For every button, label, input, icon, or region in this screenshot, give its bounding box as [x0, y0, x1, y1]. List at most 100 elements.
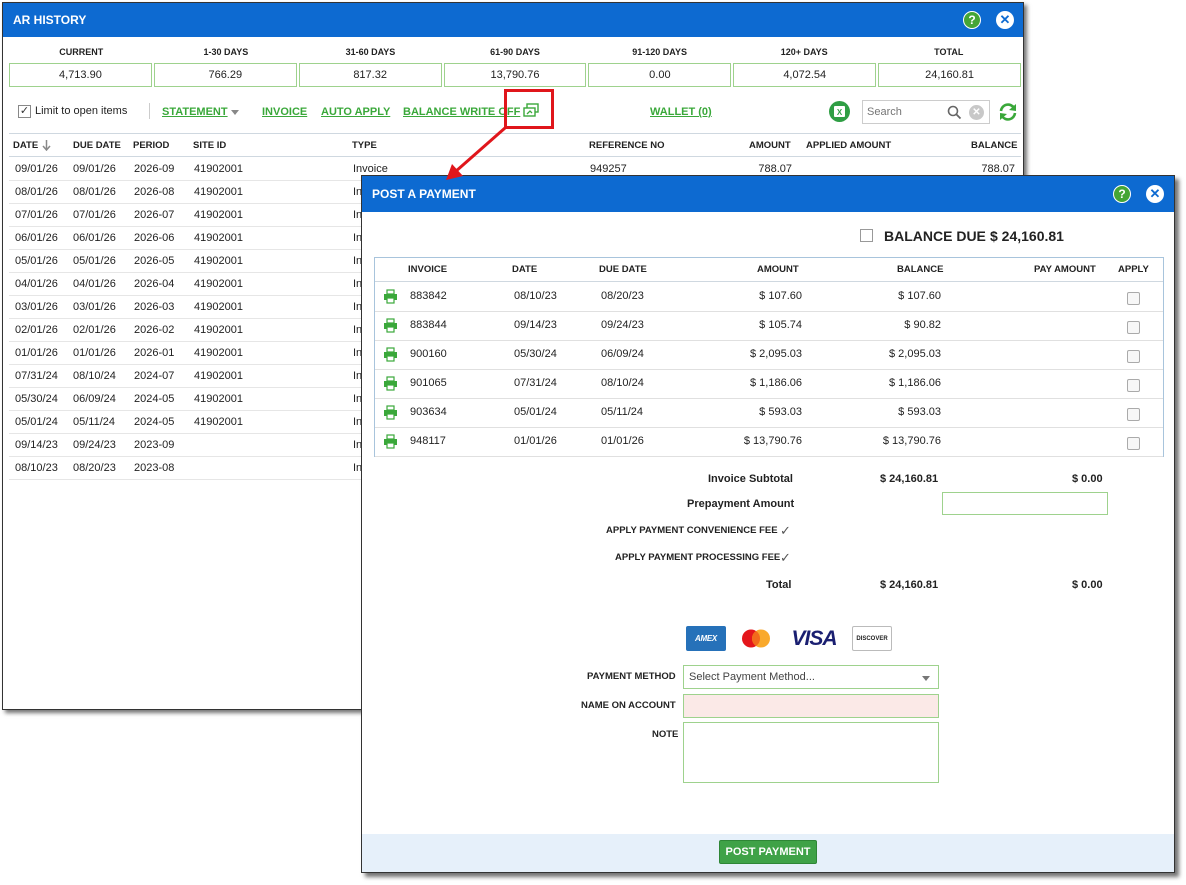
name-on-account-label: NAME ON ACCOUNT — [581, 700, 676, 711]
help-icon[interactable]: ? — [1113, 185, 1131, 203]
name-on-account-input[interactable] — [683, 694, 939, 718]
apply-checkbox[interactable] — [1127, 379, 1140, 392]
aging-value: 4,072.54 — [733, 63, 877, 87]
cell-balance: $ 1,186.06 — [889, 377, 941, 389]
col-applied-amount[interactable]: APPLIED AMOUNT — [806, 140, 891, 151]
cell-period: 2023-09 — [134, 439, 175, 451]
auto-apply-link[interactable]: AUTO APPLY — [321, 106, 390, 118]
wallet-link[interactable]: WALLET (0) — [650, 106, 712, 118]
card-logos: AMEX VISA DISCOVER — [686, 626, 892, 651]
aging-value: 24,160.81 — [878, 63, 1022, 87]
prepayment-input[interactable] — [942, 492, 1108, 515]
limit-open-items-label: Limit to open items — [35, 105, 128, 117]
cell-amount: $ 105.74 — [759, 319, 802, 331]
help-icon[interactable]: ? — [963, 11, 981, 29]
balance-due-value: $ 24,160.81 — [990, 228, 1064, 244]
cell-due: 01/01/26 — [601, 435, 644, 447]
invoice-row: 883844 09/14/23 09/24/23 $ 105.74 $ 90.82 — [375, 312, 1163, 341]
col-reference-no[interactable]: REFERENCE NO — [589, 140, 664, 151]
col-type[interactable]: TYPE — [352, 140, 377, 151]
cell-period: 2026-06 — [134, 232, 175, 244]
excel-export-icon[interactable]: X — [829, 101, 850, 122]
clear-search-icon[interactable]: ✕ — [969, 105, 984, 120]
aging-value: 13,790.76 — [443, 63, 587, 87]
aging-header: CURRENT — [59, 47, 104, 57]
cell-due: 05/11/24 — [73, 416, 116, 428]
ar-history-title: AR HISTORY — [13, 13, 87, 27]
printer-icon[interactable] — [383, 376, 398, 391]
invoice-table-header: INVOICE DATE DUE DATE AMOUNT BALANCE PAY… — [375, 258, 1163, 282]
apply-checkbox[interactable] — [1127, 437, 1140, 450]
cell-date: 05/30/24 — [514, 348, 557, 360]
col-period[interactable]: PERIOD — [133, 140, 169, 151]
cell-site: 41902001 — [194, 278, 243, 290]
invoice-row: 903634 05/01/24 05/11/24 $ 593.03 $ 593.03 — [375, 399, 1163, 428]
search-input[interactable] — [867, 104, 939, 120]
cell-date: 01/01/26 — [15, 347, 58, 359]
printer-icon[interactable] — [383, 347, 398, 362]
printer-icon[interactable] — [383, 405, 398, 420]
col-balance[interactable]: BALANCE — [971, 140, 1017, 151]
balance-write-off-link[interactable]: BALANCE WRITE OFF — [403, 106, 520, 118]
balance-due-label: BALANCE DUE — [884, 228, 986, 244]
cell-period: 2026-04 — [134, 278, 175, 290]
cell-balance: $ 593.03 — [898, 406, 941, 418]
apply-checkbox[interactable] — [1127, 350, 1140, 363]
col-due-date[interactable]: DUE DATE — [73, 140, 121, 151]
cell-date: 07/31/24 — [514, 377, 557, 389]
cell-ref: 949257 — [590, 163, 627, 175]
cell-site: 41902001 — [194, 347, 243, 359]
cell-site: 41902001 — [194, 186, 243, 198]
note-label: NOTE — [652, 729, 679, 740]
cell-period: 2026-08 — [134, 186, 175, 198]
col-amount[interactable]: AMOUNT — [749, 140, 791, 151]
col-site-id[interactable]: SITE ID — [193, 140, 226, 151]
close-icon[interactable]: ✕ — [996, 11, 1014, 29]
refresh-icon[interactable] — [997, 101, 1019, 123]
highlight-callout-box — [504, 89, 554, 129]
invoice-link[interactable]: INVOICE — [262, 106, 307, 118]
note-textarea[interactable] — [683, 722, 939, 783]
search-icon[interactable] — [947, 105, 962, 120]
cell-date: 05/01/24 — [15, 416, 58, 428]
apply-checkbox[interactable] — [1127, 408, 1140, 421]
invoice-subtotal-value: $ 24,160.81 — [880, 473, 939, 485]
cell-due: 04/01/26 — [73, 278, 116, 290]
mastercard-logo — [736, 626, 776, 651]
sort-down-icon[interactable] — [42, 140, 51, 151]
total-label: Total — [766, 579, 792, 591]
apply-checkbox[interactable] — [1127, 292, 1140, 305]
limit-open-items-checkbox[interactable]: ✓ — [18, 105, 31, 118]
cell-date: 09/14/23 — [514, 319, 557, 331]
cell-site: 41902001 — [194, 416, 243, 428]
cell-amount: $ 13,790.76 — [743, 435, 802, 447]
invoice-subtotal-label: Invoice Subtotal — [708, 473, 793, 485]
cell-date: 05/30/24 — [15, 393, 58, 405]
col-date[interactable]: DATE — [13, 140, 38, 151]
cell-site: 41902001 — [194, 370, 243, 382]
payment-method-select[interactable]: Select Payment Method... — [683, 665, 939, 689]
cell-due: 05/01/26 — [73, 255, 116, 267]
convenience-fee-checkbox[interactable]: ✓ — [780, 524, 793, 537]
printer-icon[interactable] — [383, 318, 398, 333]
printer-icon[interactable] — [383, 434, 398, 449]
post-payment-button[interactable]: POST PAYMENT — [719, 840, 817, 864]
cell-site: 41902001 — [194, 324, 243, 336]
cell-due: 05/11/24 — [601, 406, 644, 418]
aging-value: 766.29 — [153, 63, 297, 87]
col-invoice: INVOICE — [408, 264, 448, 275]
balance-due-checkbox[interactable] — [860, 229, 873, 242]
processing-fee-checkbox[interactable]: ✓ — [780, 551, 793, 564]
cell-period: 2024-05 — [134, 393, 175, 405]
close-icon[interactable]: ✕ — [1146, 185, 1164, 203]
printer-icon[interactable] — [383, 289, 398, 304]
cell-balance: $ 90.82 — [904, 319, 941, 331]
cell-due: 06/09/24 — [601, 348, 644, 360]
apply-checkbox[interactable] — [1127, 321, 1140, 334]
statement-dropdown-icon[interactable] — [231, 110, 239, 115]
cell-site: 41902001 — [194, 209, 243, 221]
statement-link[interactable]: STATEMENT — [162, 106, 228, 118]
cell-date: 03/01/26 — [15, 301, 58, 313]
aging-value: 817.32 — [298, 63, 442, 87]
cell-date: 06/01/26 — [15, 232, 58, 244]
